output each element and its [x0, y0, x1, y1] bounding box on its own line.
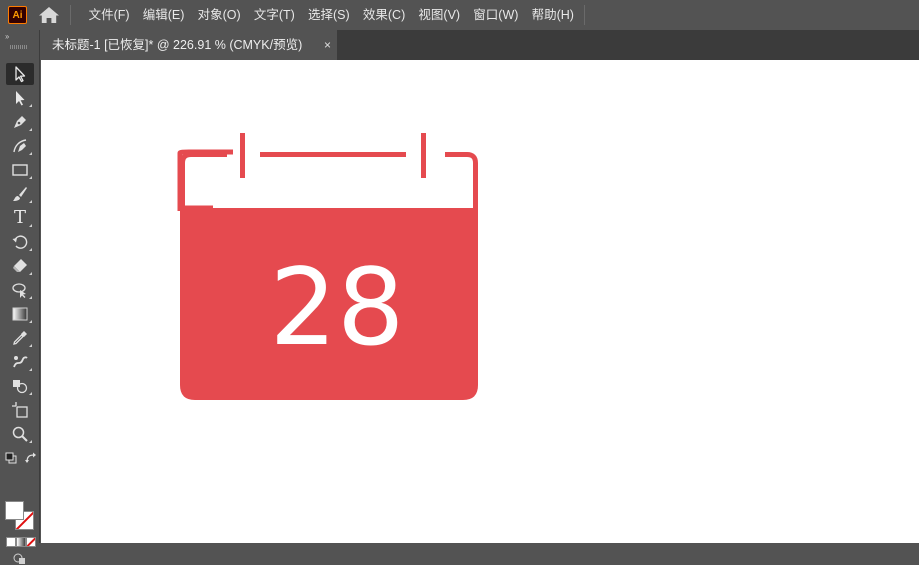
menu-type[interactable]: 文字(T) — [247, 0, 301, 30]
pen-icon — [14, 116, 26, 128]
illustrator-logo: Ai — [8, 6, 27, 24]
calendar-artwork[interactable]: 28 — [41, 60, 919, 543]
menu-select[interactable]: 选择(S) — [301, 0, 356, 30]
selection-arrow-icon — [15, 66, 26, 83]
menu-divider — [70, 5, 71, 25]
curvature-icon — [13, 139, 27, 153]
rotate-tool[interactable] — [6, 231, 34, 253]
gradient-mode-button[interactable] — [16, 537, 26, 547]
artboard-tool[interactable] — [6, 399, 34, 421]
eyedropper-tool[interactable] — [6, 327, 34, 349]
fill-color-swatch[interactable] — [5, 501, 24, 520]
menu-help[interactable]: 帮助(H) — [525, 0, 581, 30]
document-tab-title: 未标题-1 [已恢复]* @ 226.91 % (CMYK/预览) — [52, 38, 303, 52]
color-mode-button[interactable] — [6, 537, 16, 547]
default-colors-icon[interactable] — [5, 452, 17, 464]
lasso-tool[interactable] — [6, 279, 34, 301]
paintbrush-tool[interactable] — [6, 183, 34, 205]
flyout-indicator — [29, 200, 32, 203]
calendar-header-left — [180, 152, 227, 210]
flyout-indicator — [29, 368, 32, 371]
document-tab[interactable]: 未标题-1 [已恢复]* @ 226.91 % (CMYK/预览) × — [41, 30, 337, 60]
direct-selection-icon — [16, 91, 25, 106]
none-mode-button[interactable] — [26, 537, 36, 547]
paintbrush-icon — [13, 187, 27, 201]
flyout-indicator — [29, 392, 32, 395]
flyout-indicator — [29, 272, 32, 275]
calendar-header-outline — [177, 149, 233, 212]
curvature-tool[interactable] — [6, 135, 34, 157]
flyout-indicator — [29, 224, 32, 227]
home-button[interactable] — [38, 6, 60, 24]
menu-bar: Ai 文件(F) 编辑(E) 对象(O) 文字(T) 选择(S) 效果(C) 视… — [0, 0, 919, 30]
close-tab-icon[interactable]: × — [324, 30, 331, 60]
swap-colors-icon[interactable] — [25, 452, 37, 464]
flyout-indicator — [29, 152, 32, 155]
menu-window[interactable]: 窗口(W) — [467, 0, 525, 30]
eraser-icon — [13, 259, 27, 272]
tools-panel: ›› T — [0, 30, 40, 564]
drawing-mode-icon[interactable] — [13, 553, 27, 565]
flyout-indicator — [29, 344, 32, 347]
type-icon: T — [13, 207, 26, 228]
menu-object[interactable]: 对象(O) — [191, 0, 247, 30]
flyout-indicator — [29, 128, 32, 131]
calendar-date-text: 28 — [270, 246, 405, 369]
flyout-indicator — [29, 176, 32, 179]
puppet-warp-tool[interactable] — [6, 351, 34, 373]
zoom-tool[interactable] — [6, 423, 34, 445]
type-tool[interactable]: T — [6, 207, 34, 229]
calendar-header-right — [445, 152, 478, 210]
menu-divider — [584, 5, 585, 25]
pen-tool[interactable] — [6, 111, 34, 133]
menu-file[interactable]: 文件(F) — [82, 0, 136, 30]
gradient-icon — [12, 307, 28, 321]
lasso-icon — [12, 283, 26, 298]
main-menu: 文件(F) 编辑(E) 对象(O) 文字(T) 选择(S) 效果(C) 视图(V… — [82, 0, 581, 30]
rotate-icon — [12, 235, 28, 249]
document-tab-bar: 未标题-1 [已恢复]* @ 226.91 % (CMYK/预览) × — [41, 30, 919, 60]
flyout-indicator — [29, 248, 32, 251]
artboard-icon — [12, 402, 28, 418]
menu-effect[interactable]: 效果(C) — [356, 0, 412, 30]
gradient-tool[interactable] — [6, 303, 34, 325]
artboard-canvas[interactable]: 28 — [41, 60, 919, 543]
selection-tool[interactable] — [6, 63, 34, 85]
direct-selection-tool[interactable] — [6, 87, 34, 109]
zoom-icon — [12, 426, 28, 442]
shape-builder-icon — [13, 380, 28, 394]
panel-grip[interactable] — [10, 45, 28, 49]
collapse-panel-button[interactable]: ›› — [5, 32, 9, 41]
flyout-indicator — [29, 440, 32, 443]
menu-view[interactable]: 视图(V) — [412, 0, 467, 30]
flyout-indicator — [29, 296, 32, 299]
eyedropper-icon — [13, 331, 27, 345]
flyout-indicator — [29, 320, 32, 323]
home-icon — [39, 7, 59, 23]
puppet-warp-icon — [13, 356, 28, 368]
eraser-tool[interactable] — [6, 255, 34, 277]
rectangle-tool[interactable] — [6, 159, 34, 181]
shape-builder-tool[interactable] — [6, 375, 34, 397]
rectangle-icon — [12, 164, 28, 176]
flyout-indicator — [29, 104, 32, 107]
menu-edit[interactable]: 编辑(E) — [136, 0, 191, 30]
